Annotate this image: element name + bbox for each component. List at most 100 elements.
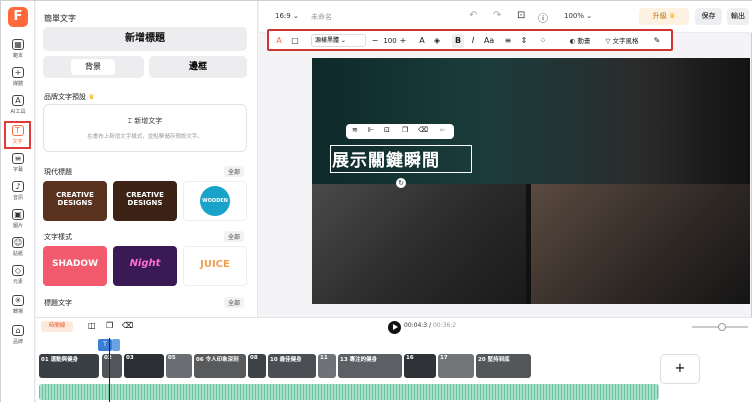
zoom-slider[interactable] [692,323,748,331]
bold-button[interactable]: B [452,34,464,48]
rail-item-4[interactable]: ≡ 字幕 [1,151,35,179]
case-button[interactable]: Aa [482,34,496,48]
export-button[interactable]: 輸出 [727,8,749,25]
size-increase-button[interactable]: + [399,34,407,48]
timeline-clip[interactable]: 13 專注的健身 [338,354,402,378]
animation-button[interactable]: ◐ 動畫 [561,34,599,48]
upgrade-button[interactable]: 升級 ♛ [639,8,689,25]
text-style-button[interactable]: ▽ 文字風格 [599,34,645,48]
audio-waveform [39,384,659,400]
modern-title-thumb[interactable]: CREATIVE DESIGNS [113,181,177,221]
rail-item-5[interactable]: ♪ 音訊 [1,179,35,207]
effects-icon[interactable]: ⁘ [538,34,548,48]
aspect-ratio-select[interactable]: 16:9 ⌄ [275,12,299,20]
layers-icon[interactable]: ≋ [352,126,358,134]
modern-title-thumb[interactable]: CREATIVE DESIGNS [43,181,107,221]
text-clip-tail[interactable] [112,339,120,351]
rail-icon: ⌂ [12,325,24,336]
duplicate-icon[interactable]: ❐ [402,126,408,134]
animation-icon: ◐ [569,37,576,45]
clip-label: 03 [126,355,134,361]
rail-item-9[interactable]: ✳ 轉場 [1,293,35,321]
text-style-thumb[interactable]: SHADOW [43,246,107,286]
delete-icon[interactable]: ⌫ [418,126,428,134]
timeline-clip[interactable]: 05 [166,354,192,378]
rail-item-2[interactable]: A AI工具 [1,93,35,121]
rail-item-6[interactable]: ▣ 圖片 [1,207,35,235]
exit-icon[interactable]: ⇤ [440,126,446,134]
headline-text[interactable]: 展示關鍵瞬間 [332,146,440,171]
size-decrease-button[interactable]: − [371,34,379,48]
highlight-icon[interactable]: ◈ [432,34,442,48]
help-icon[interactable]: ⓘ [538,10,548,25]
audio-track[interactable] [39,384,659,400]
brand-section-label: 品牌文字預設 [44,93,86,101]
text-style-thumb[interactable]: Night [113,246,177,286]
border-tab[interactable]: 邊框 [149,56,247,78]
modern-title-thumb[interactable]: WOODEN [183,181,247,221]
thumb-text: CREATIVE DESIGNS [126,191,164,207]
rail-item-7[interactable]: ☺ 貼紙 [1,235,35,263]
timeline-clip[interactable]: 16 [404,354,436,378]
add-heading-button[interactable]: 新增標題 [43,27,247,51]
upgrade-label: 升級 [652,12,667,20]
background-tab[interactable]: 背景 [71,59,115,75]
italic-button[interactable]: I [468,34,478,48]
split-icon[interactable]: ◫ [88,321,96,330]
video-canvas[interactable]: ≋ ⊩ ⊡ ❐ ⌫ ⇤ 展示關鍵瞬間 ↻ [312,58,750,304]
timeline-clip[interactable]: 02 [102,354,122,378]
rail-item-1[interactable]: + 媒體 [1,65,35,93]
timeline-clip[interactable]: 03 [124,354,164,378]
timeline-clip[interactable]: 20 堅持到底 [476,354,531,378]
rail-item-3[interactable]: T 文字 [4,121,31,149]
font-size-value[interactable]: 100 [381,34,399,48]
timeline-clip[interactable]: 01 運動與健身 [39,354,99,378]
edit-icon[interactable]: ✎ [651,34,663,48]
clip-label: 01 運動與健身 [41,357,79,363]
rail-item-10[interactable]: ⌂ 品牌 [1,323,35,351]
timeline-clip[interactable]: 06 令人印象深刻 [194,354,246,378]
zoom-select[interactable]: 100% ⌄ [564,12,592,20]
spacing-icon[interactable]: ⇕ [519,34,529,48]
add-preset-text[interactable]: ⌶ 新增文字 [44,116,246,126]
app-logo[interactable]: F [8,7,28,27]
timeline-clip[interactable]: 11 [318,354,336,378]
style-all-link[interactable]: 全部 [223,231,244,242]
comment-icon[interactable]: ▢ [289,34,301,48]
left-rail: F ▦ 範本 + 媒體 A AI工具 T 文字 ≡ 字幕 ♪ 音訊 ▣ 圖片 ☺ 貼紙 ◇ 元素 ✳ 轉場 ⌂ 品牌 [1,1,35,402]
redo-icon[interactable]: ↷ [493,10,501,21]
align-icon[interactable]: ≡ [503,34,513,48]
text-style-thumb[interactable]: JUICE [183,246,247,286]
timeline-clip[interactable]: 17 [438,354,474,378]
playhead[interactable] [109,338,110,402]
timeline-clip[interactable]: 08 [248,354,266,378]
rail-item-0[interactable]: ▦ 範本 [1,37,35,65]
play-button[interactable] [388,321,401,334]
brand-preset-box[interactable]: ⌶ 新增文字 在畫布上新增文字樣式，並點擊儲存預設文字。 [43,104,247,152]
font-select[interactable]: 源樣黑體 ⌄ [311,34,366,47]
timeline-label[interactable]: 時間線 [41,321,73,332]
text-color-icon[interactable]: A [417,34,427,48]
thumb-text: WOODEN [202,198,228,204]
trash-icon[interactable]: ⌫ [122,321,133,330]
ai-text-icon[interactable]: A [273,34,285,48]
add-clip-button[interactable]: + [660,354,700,384]
lock-icon[interactable]: ⊡ [384,126,390,134]
timeline-clip[interactable]: 10 最佳健身 [268,354,316,378]
rail-icon: + [12,67,24,78]
background-toggle[interactable]: 背景 [43,56,144,78]
undo-icon[interactable]: ↶ [469,10,477,21]
align-icon[interactable]: ⊩ [368,126,374,134]
rail-item-8[interactable]: ◇ 元素 [1,263,35,291]
zoom-slider-handle[interactable] [718,323,726,331]
modern-all-link[interactable]: 全部 [223,166,244,177]
save-button[interactable]: 保存 [695,8,722,25]
rotate-handle-icon[interactable]: ↻ [396,178,406,188]
rail-label: 圖片 [12,223,23,229]
project-name[interactable]: 未命名 [311,12,332,22]
rail-label: 音訊 [12,195,23,201]
screenshot-icon[interactable]: ⊡ [517,10,525,21]
more-all-link[interactable]: 全部 [223,297,244,308]
rail-icon: T [11,125,24,136]
copy-icon[interactable]: ❐ [106,321,113,330]
